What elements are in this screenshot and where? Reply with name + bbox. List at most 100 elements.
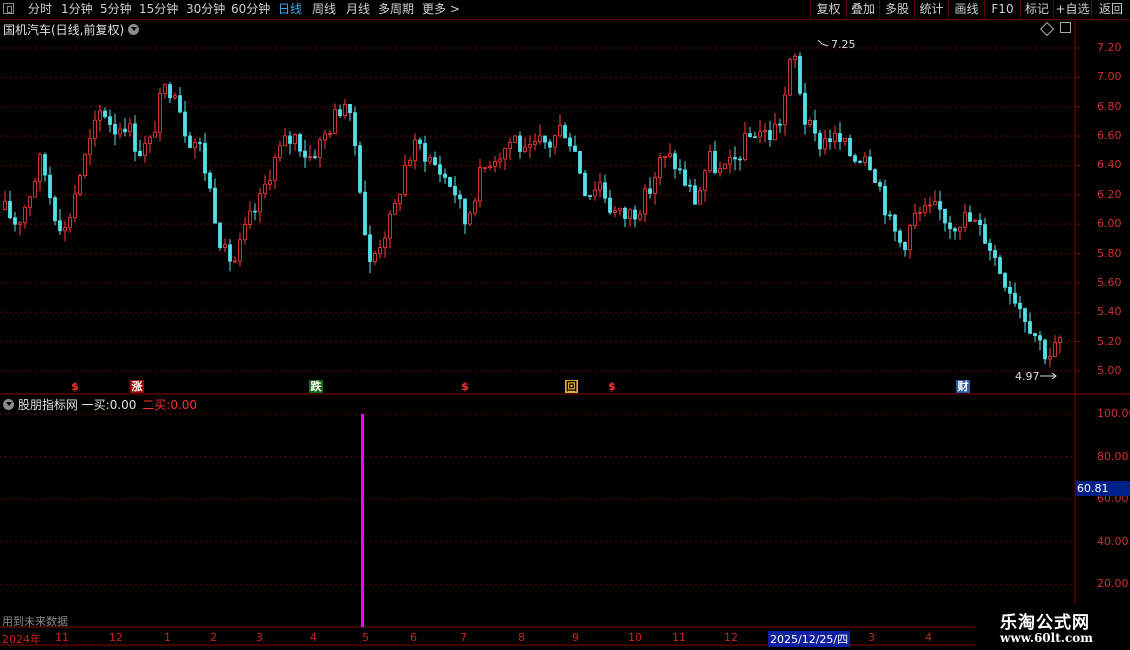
candle-body [678, 168, 682, 171]
candle-body [303, 150, 307, 158]
candle-body [348, 103, 352, 114]
candle-body [263, 183, 267, 195]
candle-body [8, 201, 12, 219]
candle-body [673, 153, 677, 170]
candle-body [1013, 292, 1017, 304]
date-label: 2024年 [2, 633, 41, 646]
candle-body [963, 212, 967, 228]
candle-body [363, 191, 367, 236]
candle-body [723, 163, 727, 170]
candle-body [428, 157, 432, 162]
chart-canvas [0, 20, 1130, 646]
candle-body [153, 131, 157, 138]
candle-body [368, 234, 372, 263]
cursor-date: 2025/12/25/四 [768, 631, 851, 647]
candle-body [688, 184, 692, 187]
candle-body [888, 214, 892, 217]
candle-body [998, 257, 1002, 274]
date-label: 3 [256, 631, 263, 644]
candle-body [953, 228, 957, 232]
candle-body [128, 123, 132, 133]
candle-body [1033, 333, 1037, 337]
candle-body [668, 153, 672, 157]
candle-body [343, 103, 347, 116]
candle-body [598, 182, 602, 191]
candle-body [33, 181, 37, 198]
candle-body [203, 142, 207, 174]
signal-dollar: $ [71, 380, 79, 393]
candle-body [943, 208, 947, 224]
watermark-title: 乐淘公式网 [1000, 613, 1090, 633]
price-tick-label: 5.60 [1097, 275, 1122, 289]
candle-body [768, 130, 772, 141]
candle-body [713, 150, 717, 173]
candle-body [593, 189, 597, 197]
high-marker: 7.25 [831, 38, 856, 51]
candle-body [983, 224, 987, 244]
candle-body [398, 193, 402, 204]
indicator-current-value: 60.81 [1076, 481, 1130, 496]
candle-body [108, 116, 112, 125]
candle-body [728, 157, 732, 165]
price-tick-label: 5.20 [1097, 334, 1122, 348]
candle-body [458, 194, 462, 200]
candle-body [583, 172, 587, 196]
candle-body [823, 138, 827, 150]
candle-body [703, 170, 707, 191]
candle-body [198, 142, 202, 144]
date-label: 4 [925, 631, 932, 644]
candle-body [433, 157, 437, 166]
candle-body [478, 167, 482, 202]
signal-finance: 财 [956, 380, 970, 393]
candle-body [858, 160, 862, 163]
candle-body [693, 185, 697, 205]
candle-body [228, 244, 232, 262]
candle-body [493, 161, 497, 167]
candle-body [523, 146, 527, 152]
candle-body [718, 168, 722, 173]
date-label: 12 [109, 631, 123, 644]
candle-body [528, 144, 532, 148]
high-arrow [817, 39, 829, 47]
candle-body [83, 153, 87, 177]
candle-body [383, 237, 387, 249]
candle-body [758, 131, 762, 138]
price-tick-label: 7.20 [1097, 41, 1122, 54]
chevron-down-icon[interactable] [3, 399, 14, 410]
candle-body [418, 139, 422, 144]
candle-body [48, 174, 52, 199]
candle-body [408, 160, 412, 166]
candle-body [913, 212, 917, 226]
candle-body [218, 222, 222, 248]
buy2-value: 0.00 [170, 398, 198, 412]
candle-body [898, 230, 902, 243]
candle-body [558, 125, 562, 137]
candle-body [838, 133, 842, 142]
candle-body [1048, 356, 1052, 360]
indicator-panel-title: 股朋指标网 一买:0.00 二买:0.00 [3, 396, 197, 413]
candle-body [903, 241, 907, 251]
date-label: 2 [210, 631, 217, 644]
candle-body [1018, 302, 1022, 310]
candle-body [358, 145, 362, 193]
candle-body [933, 201, 937, 206]
candle-body [1008, 286, 1012, 294]
candle-body [483, 167, 487, 169]
candle-body [1043, 339, 1047, 360]
candle-body [653, 177, 657, 194]
indicator-tick-label: 40.00 [1097, 534, 1129, 548]
candle-body [793, 55, 797, 61]
candle-body [698, 190, 702, 205]
candle-body [553, 135, 557, 148]
candle-body [978, 219, 982, 226]
signal-dollar: $ [461, 380, 469, 393]
candle-body [338, 109, 342, 116]
candle-body [708, 150, 712, 172]
candle-body [968, 212, 972, 222]
date-label: 6 [410, 631, 417, 644]
candle-body [773, 123, 777, 141]
candle-body [3, 201, 7, 210]
candle-body [893, 214, 897, 232]
low-marker: 4.97 [1015, 370, 1040, 383]
candle-body [103, 110, 107, 118]
